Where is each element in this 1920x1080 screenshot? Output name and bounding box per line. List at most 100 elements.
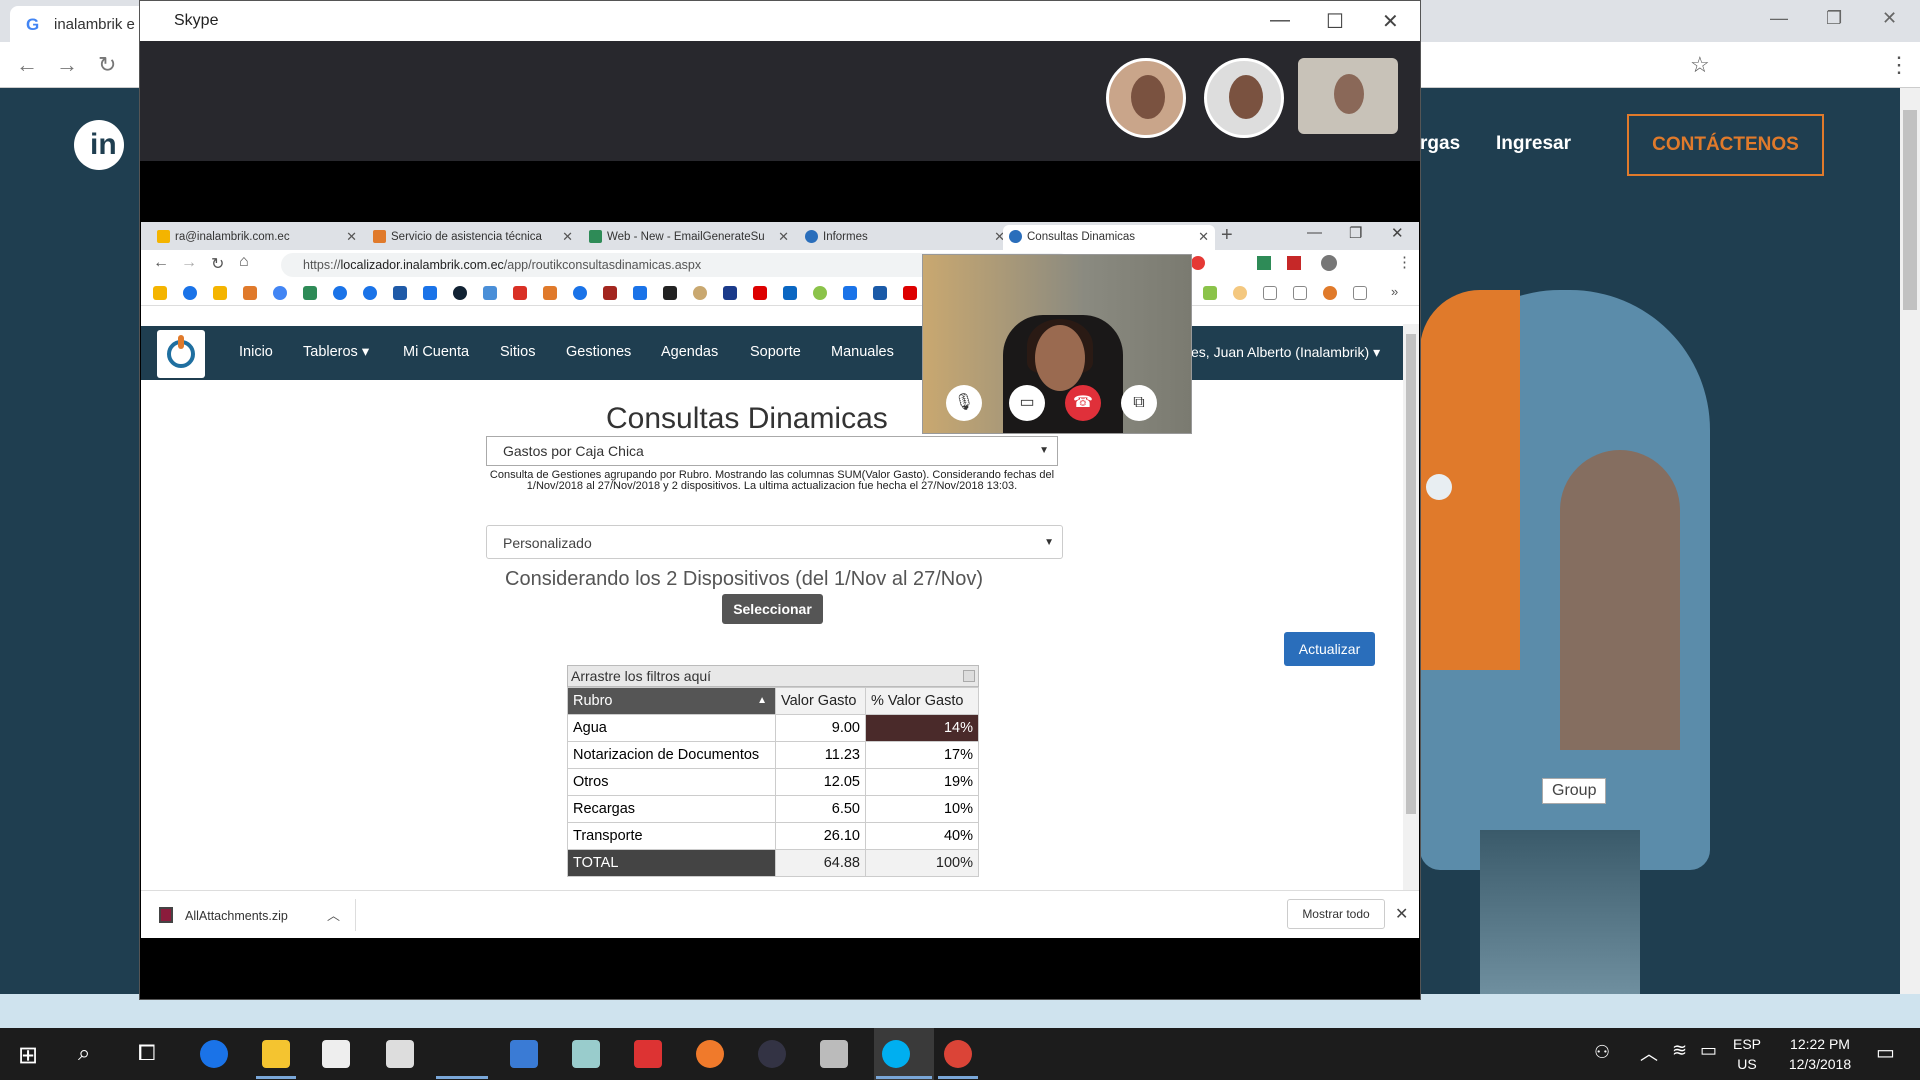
minimize-icon[interactable]: — (1307, 224, 1322, 241)
new-tab-icon[interactable]: + (1221, 224, 1233, 247)
bookmark-icon[interactable] (183, 286, 197, 300)
sort-arrow-icon[interactable]: ▲ (757, 695, 767, 706)
background-scrollbar[interactable] (1900, 88, 1920, 994)
windows-start-icon[interactable]: ⊞ (18, 1041, 38, 1070)
nav-gestiones[interactable]: Gestiones (566, 344, 631, 360)
bookmark-icon[interactable] (753, 286, 767, 300)
column-header-pct[interactable]: % Valor Gasto (865, 687, 979, 715)
bookmark-icon[interactable] (873, 286, 887, 300)
lock-app-icon[interactable] (758, 1040, 786, 1068)
notifications-icon[interactable]: ▭ (1876, 1040, 1895, 1065)
minimize-icon[interactable]: — (1270, 9, 1290, 32)
app-icon[interactable] (696, 1040, 724, 1068)
tab-support[interactable]: Servicio de asistencia técnica ✕ (367, 225, 579, 250)
select-devices-button[interactable]: Seleccionar (722, 594, 823, 624)
page-icon[interactable] (1293, 286, 1307, 300)
forward-icon[interactable]: → (56, 52, 78, 78)
close-tab-icon[interactable]: ✕ (778, 229, 789, 245)
tab-web[interactable]: Web - New - EmailGenerateSu ✕ (583, 225, 795, 250)
bookmark-icon[interactable] (543, 286, 557, 300)
site-logo[interactable]: in (74, 120, 124, 170)
bookmark-icon[interactable] (843, 286, 857, 300)
user-menu[interactable]: es, Juan Alberto (Inalambrik) ▾ (1191, 344, 1380, 361)
edge-icon[interactable] (200, 1040, 228, 1068)
page-icon[interactable] (1353, 286, 1367, 300)
bookmark-icon[interactable] (333, 286, 347, 300)
tab-consultas[interactable]: Consultas Dinamicas ✕ (1003, 225, 1215, 250)
battery-icon[interactable]: ▭ (1700, 1040, 1717, 1061)
filter-drop-zone[interactable]: Arrastre los filtros aquí (567, 665, 979, 687)
star-icon[interactable]: ☆ (1690, 52, 1710, 78)
bookmark-icon[interactable] (603, 286, 617, 300)
chevron-up-icon[interactable]: ︿ (327, 905, 340, 924)
menu-icon[interactable]: ⋮ (1397, 253, 1412, 271)
clock-time[interactable]: 12:22 PM (1770, 1036, 1870, 1052)
close-tab-icon[interactable]: ✕ (562, 229, 573, 245)
pdf-icon[interactable] (634, 1040, 662, 1068)
app-icon[interactable] (820, 1040, 848, 1068)
language-top[interactable]: ESP (1732, 1036, 1762, 1052)
eu-icon[interactable] (723, 286, 737, 300)
nav-ingresar[interactable]: Ingresar (1496, 133, 1571, 155)
report-select[interactable]: Gastos por Caja Chica ▼ (486, 436, 1058, 466)
close-tab-icon[interactable]: ✕ (346, 229, 357, 245)
bookmark-icon[interactable] (693, 286, 707, 300)
close-icon[interactable]: ✕ (1391, 224, 1404, 242)
bookmark-icon[interactable] (393, 286, 407, 300)
bookmark-icon[interactable] (483, 286, 497, 300)
linkedin-icon[interactable] (783, 286, 797, 300)
wifi-icon[interactable]: ≋ (1672, 1040, 1687, 1061)
download-item[interactable]: AllAttachments.zip (159, 907, 288, 923)
menu-icon[interactable]: ⋮ (1888, 52, 1910, 78)
check-icon[interactable] (303, 286, 317, 300)
chrome-icon[interactable] (944, 1040, 972, 1068)
switch-screen-icon[interactable]: ⧉ (1121, 385, 1157, 421)
contact-button[interactable]: CONTÁCTENOS (1627, 114, 1824, 176)
chevron-up-icon[interactable]: ︿ (1640, 1040, 1658, 1066)
nav-recargas[interactable]: rgas (1420, 133, 1460, 155)
mail-icon[interactable] (213, 286, 227, 300)
tab-informes[interactable]: Informes ✕ (799, 225, 1011, 250)
site-logo[interactable] (157, 330, 205, 378)
inner-scrollbar[interactable] (1403, 324, 1419, 890)
close-icon[interactable]: ✕ (1395, 904, 1408, 924)
close-tab-icon[interactable]: ✕ (1198, 229, 1209, 245)
bookmark-icon[interactable] (363, 286, 377, 300)
bookmark-icon[interactable] (633, 286, 647, 300)
home-icon[interactable]: ⌂ (239, 253, 249, 271)
nav-agendas[interactable]: Agendas (661, 344, 718, 360)
column-header-valor[interactable]: Valor Gasto (775, 687, 866, 715)
participant-avatar[interactable] (1106, 58, 1186, 138)
end-call-icon[interactable]: ☎ (1065, 385, 1101, 421)
bookmark-icon[interactable] (903, 286, 917, 300)
more-bookmarks-icon[interactable]: » (1391, 284, 1398, 299)
mail-icon[interactable] (386, 1040, 414, 1068)
people-icon[interactable]: ⚇ (1594, 1042, 1610, 1063)
back-icon[interactable]: ← (16, 52, 38, 78)
video-camera-icon[interactable]: ▭ (1009, 385, 1045, 421)
page-icon[interactable] (1263, 286, 1277, 300)
pivot-config-icon[interactable] (963, 670, 975, 682)
bookmark-icon[interactable] (813, 286, 827, 300)
file-explorer-icon[interactable] (262, 1040, 290, 1068)
app-icon[interactable] (572, 1040, 600, 1068)
opera-icon[interactable] (1191, 256, 1205, 270)
nav-inicio[interactable]: Inicio (239, 344, 273, 360)
bookmark-icon[interactable] (1203, 286, 1217, 300)
task-view-icon[interactable]: ⧠ (138, 1040, 156, 1066)
extension-icon[interactable] (1257, 256, 1271, 270)
search-icon[interactable]: ⌕ (78, 1040, 90, 1066)
store-icon[interactable] (322, 1040, 350, 1068)
nav-manuales[interactable]: Manuales (831, 344, 894, 360)
amazon-icon[interactable] (663, 286, 677, 300)
forward-icon[interactable]: → (181, 254, 197, 272)
bookmark-icon[interactable] (1233, 286, 1247, 300)
nav-sitios[interactable]: Sitios (500, 344, 535, 360)
nav-tableros[interactable]: Tableros ▾ (303, 344, 369, 360)
column-header-rubro[interactable]: Rubro ▲ (567, 687, 776, 715)
minimize-icon[interactable]: — (1770, 8, 1788, 29)
bookmark-icon[interactable] (423, 286, 437, 300)
extension-icon[interactable] (1287, 256, 1301, 270)
update-button[interactable]: Actualizar (1284, 632, 1375, 666)
bookmark-icon[interactable] (1323, 286, 1337, 300)
